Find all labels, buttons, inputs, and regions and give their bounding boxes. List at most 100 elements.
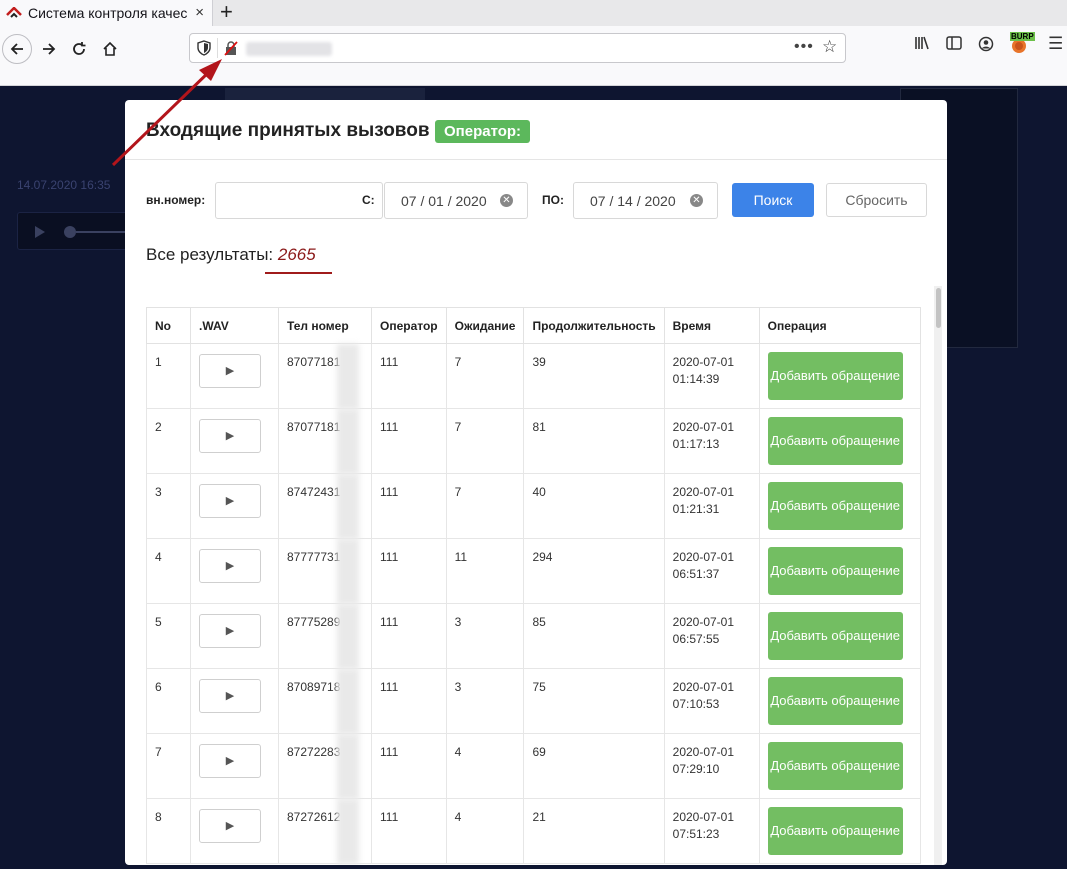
calls-table: No .WAV Тел номер Оператор Ожидание Прод…	[146, 307, 921, 864]
play-icon[interactable]: ▶	[199, 354, 261, 388]
account-icon[interactable]	[978, 36, 994, 56]
play-icon[interactable]: ▶	[199, 484, 261, 518]
col-header-time: Время	[663, 307, 760, 344]
cell-wait: 3	[445, 603, 525, 669]
close-icon[interactable]: ×	[195, 4, 204, 21]
scrollbar-track[interactable]	[934, 286, 942, 865]
cell-operator: 111	[371, 408, 447, 474]
cell-wav: ▶	[190, 408, 279, 474]
call-date: 2020-07-01	[672, 485, 735, 499]
cell-operator: 111	[371, 343, 447, 409]
phone-redaction	[337, 734, 359, 799]
cell-no: 8	[146, 798, 191, 864]
cell-phone: 87272283	[278, 733, 372, 799]
scrollbar-thumb[interactable]	[936, 288, 941, 328]
add-request-button[interactable]: Добавить обращение	[767, 417, 903, 465]
call-date: 2020-07-01	[672, 680, 735, 694]
add-request-button[interactable]: Добавить обращение	[767, 352, 903, 400]
cell-operation: Добавить обращение	[758, 538, 921, 604]
to-label: ПО:	[542, 193, 564, 207]
ext-number-label: вн.номер:	[146, 193, 206, 207]
insecure-lock-icon[interactable]	[223, 40, 239, 56]
col-header-operation: Операция	[758, 307, 921, 344]
phone-number: 87077181	[287, 355, 341, 369]
browser-tab[interactable]: Система контроля качес ×	[0, 0, 213, 26]
play-icon[interactable]: ▶	[199, 549, 261, 583]
forward-icon[interactable]	[34, 34, 64, 64]
add-request-button[interactable]: Добавить обращение	[767, 742, 903, 790]
cell-wait: 11	[445, 538, 525, 604]
col-header-operator: Оператор	[371, 307, 447, 344]
phone-redaction	[337, 539, 359, 604]
reset-button[interactable]: Сбросить	[826, 183, 927, 217]
home-icon[interactable]	[95, 34, 125, 64]
tab-title: Система контроля качес	[28, 5, 188, 21]
shield-icon[interactable]	[196, 40, 212, 56]
add-request-button[interactable]: Добавить обращение	[767, 612, 903, 660]
cell-operation: Добавить обращение	[758, 733, 921, 799]
modal-divider	[125, 159, 947, 160]
cell-duration: 85	[523, 603, 665, 669]
modal-title: Входящие принятых вызовов	[146, 120, 430, 141]
background-timestamp: 14.07.2020 16:35	[17, 178, 111, 192]
menu-icon[interactable]: ☰	[1048, 34, 1063, 54]
new-tab-icon[interactable]: +	[220, 0, 233, 24]
library-icon[interactable]	[914, 36, 930, 54]
cell-phone: 87272612	[278, 798, 372, 864]
cell-wav: ▶	[190, 668, 279, 734]
table-row: 1 ▶ 87077181 111 7 39 2020-07-01 01:14:39 Добави…	[146, 343, 921, 409]
play-icon[interactable]: ▶	[199, 679, 261, 713]
cell-time: 2020-07-01 06:51:37	[663, 538, 760, 604]
clear-from-date-icon[interactable]: ✕	[500, 194, 513, 207]
reload-icon[interactable]	[64, 34, 94, 64]
url-bar[interactable]: ••• ☆	[189, 33, 846, 63]
phone-wrap: 87472431	[287, 474, 363, 539]
call-time: 07:10:53	[672, 697, 720, 711]
add-request-button[interactable]: Добавить обращение	[767, 482, 903, 530]
cell-operation: Добавить обращение	[758, 473, 921, 539]
cell-no: 6	[146, 668, 191, 734]
results-count: 2665	[277, 245, 316, 264]
call-date: 2020-07-01	[672, 615, 735, 629]
call-time: 01:21:31	[672, 502, 720, 516]
col-header-duration: Продолжительность	[523, 307, 665, 344]
search-button[interactable]: Поиск	[732, 183, 814, 217]
back-icon[interactable]	[2, 34, 32, 64]
from-date-input[interactable]: 07 / 01 / 2020 ✕	[384, 182, 528, 219]
phone-wrap: 87077181	[287, 344, 363, 409]
play-icon[interactable]: ▶	[199, 744, 261, 778]
table-row: 7 ▶ 87272283 111 4 69 2020-07-01 07:29:10 Добави…	[146, 733, 921, 799]
clear-to-date-icon[interactable]: ✕	[690, 194, 703, 207]
phone-number: 87777731	[287, 550, 341, 564]
add-request-button[interactable]: Добавить обращение	[767, 807, 903, 855]
sidebar-icon[interactable]	[946, 36, 962, 54]
phone-wrap: 87777731	[287, 539, 363, 604]
page-actions-icon[interactable]: •••	[794, 38, 814, 56]
ext-number-input[interactable]: С:	[215, 182, 383, 219]
to-date-value: 07 / 14 / 2020	[590, 192, 676, 209]
call-date: 2020-07-01	[672, 355, 735, 369]
add-request-button[interactable]: Добавить обращение	[767, 677, 903, 725]
cell-phone: 87077181	[278, 343, 372, 409]
play-icon[interactable]: ▶	[199, 809, 261, 843]
add-request-button[interactable]: Добавить обращение	[767, 547, 903, 595]
table-header-row: No .WAV Тел номер Оператор Ожидание Прод…	[146, 307, 921, 344]
call-date: 2020-07-01	[672, 810, 735, 824]
phone-number: 87089718	[287, 680, 341, 694]
phone-redaction	[337, 474, 359, 539]
table-row: 2 ▶ 87077181 111 7 81 2020-07-01 01:17:13 Добави…	[146, 408, 921, 474]
cell-duration: 294	[523, 538, 665, 604]
phone-number: 87775289	[287, 615, 341, 629]
bookmark-star-icon[interactable]: ☆	[822, 37, 837, 57]
col-header-no: No	[146, 307, 191, 344]
to-date-input[interactable]: 07 / 14 / 2020 ✕	[573, 182, 718, 219]
cell-wait: 7	[445, 343, 525, 409]
cell-operation: Добавить обращение	[758, 668, 921, 734]
play-icon[interactable]: ▶	[199, 614, 261, 648]
cell-operator: 111	[371, 733, 447, 799]
phone-redaction	[337, 344, 359, 409]
play-icon[interactable]: ▶	[199, 419, 261, 453]
cell-duration: 81	[523, 408, 665, 474]
url-separator	[217, 38, 218, 58]
cell-wav: ▶	[190, 343, 279, 409]
